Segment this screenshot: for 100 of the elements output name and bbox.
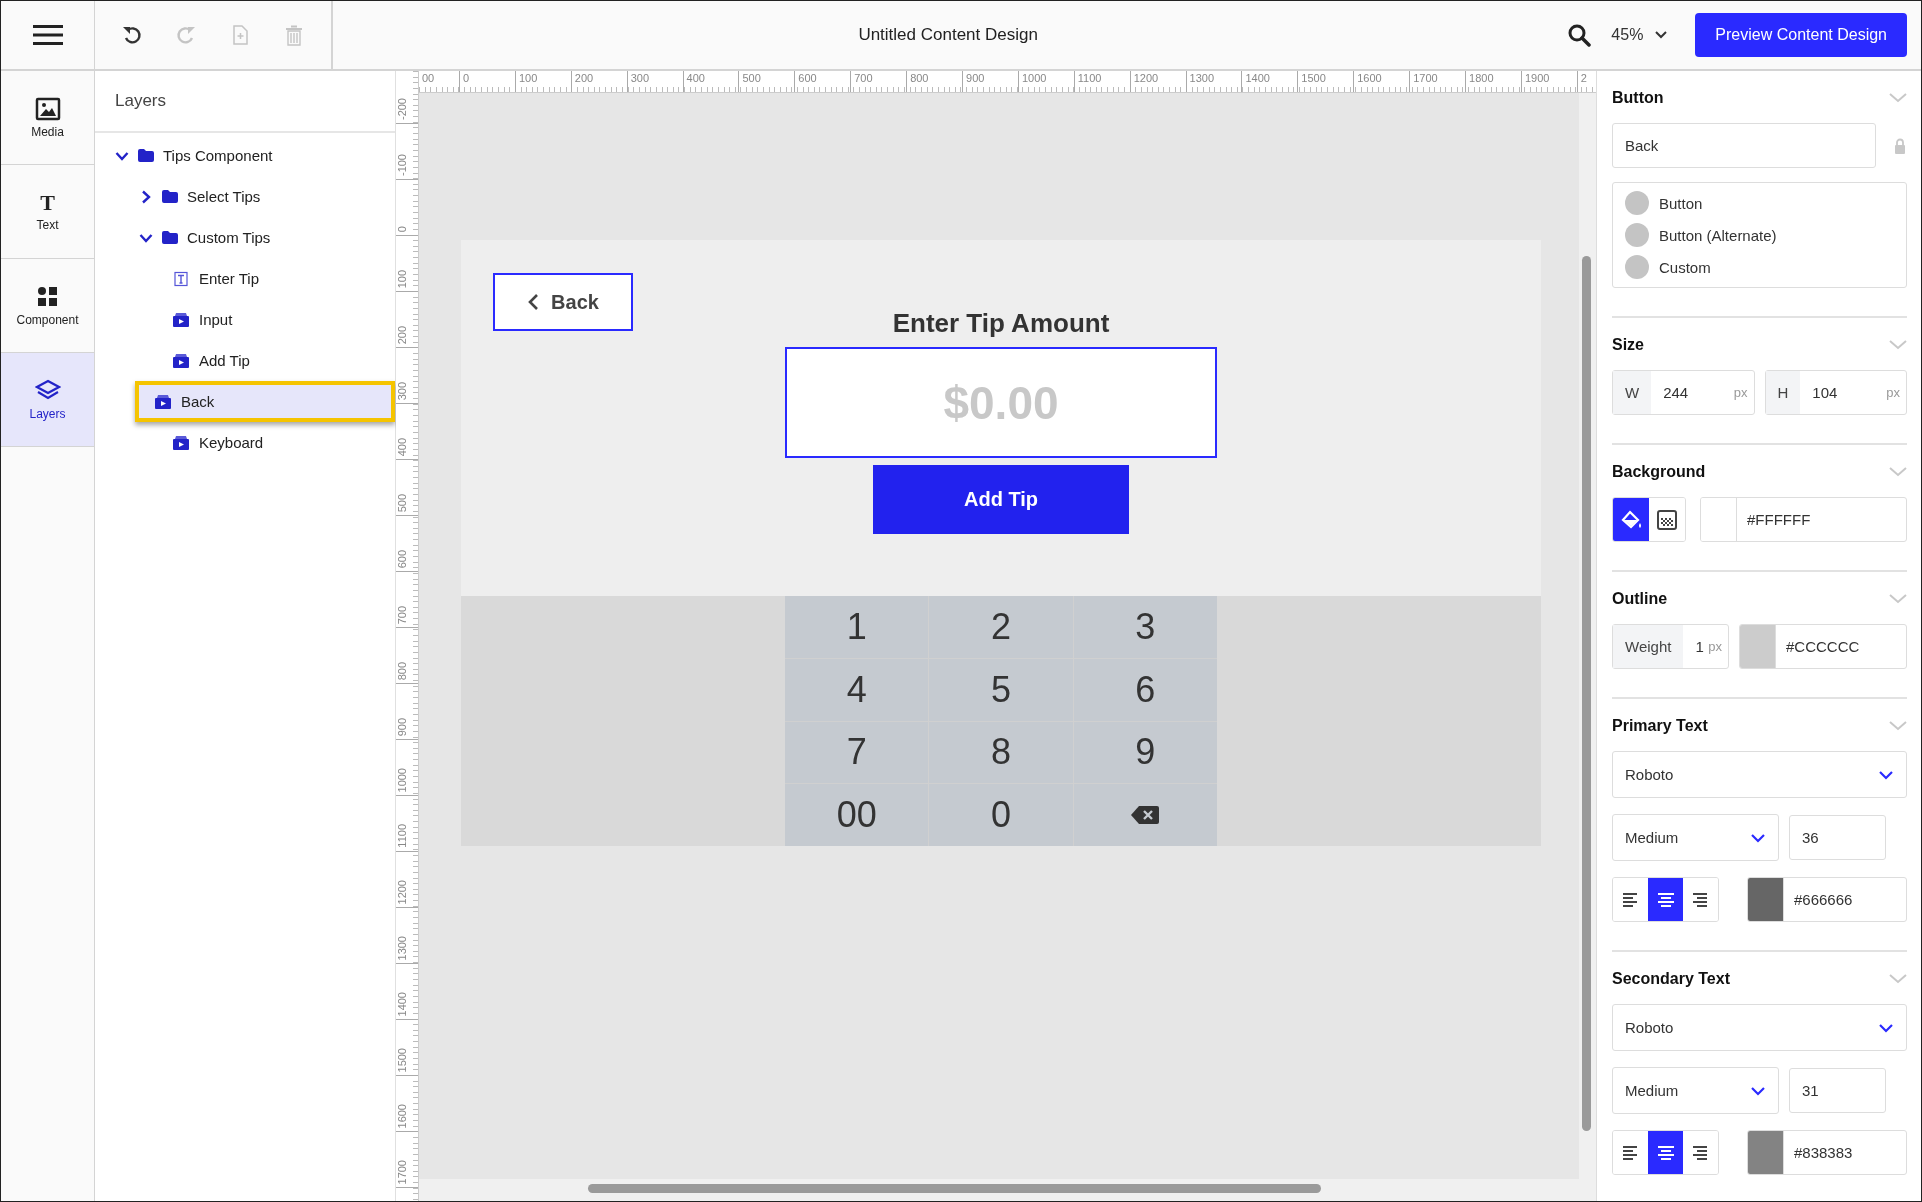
chevron-left-icon [527, 293, 540, 311]
radio-button[interactable] [1625, 191, 1649, 215]
height-field[interactable]: H 104 px [1764, 370, 1907, 415]
align-left-icon [1621, 1144, 1640, 1161]
back-button[interactable]: Back [493, 273, 633, 331]
component-layer-icon [155, 394, 171, 409]
scrollbar[interactable] [419, 1179, 1596, 1201]
section-title: Primary Text [1612, 717, 1708, 735]
zoom-dropdown[interactable]: 45% [1605, 22, 1672, 48]
ruler-label: 400 [682, 71, 739, 92]
name-field[interactable]: Back [1612, 123, 1876, 168]
chevron-down-icon [1889, 974, 1907, 984]
ruler-label: 1700 [1409, 71, 1466, 92]
component-layer-icon [173, 312, 189, 327]
weight-dropdown[interactable]: Medium [1612, 1067, 1779, 1114]
folder-icon [162, 231, 178, 244]
keypad-key[interactable]: 4 [785, 658, 929, 721]
image-icon [34, 96, 61, 121]
radio-button[interactable] [1625, 255, 1649, 279]
collapse-button[interactable] [1889, 974, 1907, 984]
keypad-key[interactable]: 8 [929, 721, 1073, 784]
layer-item[interactable]: Input [143, 299, 395, 340]
keypad-key[interactable]: 7 [785, 721, 929, 784]
weight-dropdown[interactable]: Medium [1612, 814, 1779, 861]
font-dropdown[interactable]: Roboto [1612, 751, 1907, 798]
scrollbar-thumb[interactable] [1582, 256, 1591, 1131]
chevron-down-icon [1655, 31, 1668, 39]
folder-icon [138, 149, 154, 162]
collapse-button[interactable] [1889, 594, 1907, 604]
chevron-down-icon [1878, 1022, 1894, 1033]
ruler-label: 200 [570, 71, 627, 92]
keypad-key[interactable]: 2 [929, 596, 1073, 658]
ruler-label: 300 [396, 381, 409, 400]
keypad-key[interactable]: 1 [785, 596, 929, 658]
keypad-key[interactable]: 0 [929, 784, 1073, 846]
component-layer-icon [173, 435, 189, 450]
chevron-down-icon [1889, 340, 1907, 350]
backspace-icon [1131, 806, 1160, 825]
ruler-label: 100 [514, 71, 571, 92]
sidebar-tab[interactable]: Layers [1, 353, 94, 447]
chevron-right-icon[interactable] [139, 189, 153, 204]
ruler-label: 0 [396, 225, 409, 232]
search-icon [1567, 23, 1592, 47]
align-right-icon [1691, 891, 1710, 908]
align-right-icon [1691, 1144, 1710, 1161]
ruler-label: 1600 [396, 1103, 409, 1128]
section-title: Button [1612, 89, 1664, 107]
ruler-label: 1500 [396, 1047, 409, 1072]
layer-item[interactable]: Custom Tips [119, 217, 395, 258]
ruler-label: 1200 [396, 879, 409, 904]
ruler-label: 1400 [396, 991, 409, 1016]
keypad-key[interactable]: 5 [929, 658, 1073, 721]
color-field[interactable]: #CCCCCC [1739, 624, 1907, 669]
align-center-button[interactable] [1648, 878, 1683, 921]
layer-item[interactable]: Back [135, 381, 395, 422]
section-title: Size [1612, 336, 1644, 354]
align-center-button[interactable] [1648, 1131, 1683, 1174]
ruler-label: 1300 [396, 935, 409, 960]
scrollbar-thumb[interactable] [588, 1184, 1321, 1193]
ruler-label: 1200 [1129, 71, 1186, 92]
layer-item[interactable]: Keyboard [143, 422, 395, 463]
keypad-key[interactable]: 6 [1073, 658, 1217, 721]
chevron-down-icon [1889, 594, 1907, 604]
color-field[interactable]: #666666 [1747, 877, 1907, 922]
chevron-down-icon [1878, 769, 1894, 780]
collapse-button[interactable] [1889, 721, 1907, 731]
section-title: Secondary Text [1612, 970, 1730, 988]
radio-button[interactable] [1625, 223, 1649, 247]
add-tip-button[interactable]: Add Tip [873, 465, 1129, 534]
backspace-key[interactable] [1073, 784, 1217, 846]
ruler-label: 600 [396, 549, 409, 568]
layer-item[interactable]: Select Tips [119, 176, 395, 217]
preview-button[interactable]: Preview Content Design [1695, 13, 1907, 57]
width-field[interactable]: W 244 px [1612, 370, 1755, 415]
keypad-key[interactable]: 00 [785, 784, 929, 846]
layer-item[interactable]: Enter Tip [143, 258, 395, 299]
collapse-button[interactable] [1889, 467, 1907, 477]
scrollbar[interactable] [1579, 93, 1596, 1179]
ruler-label: 1600 [1353, 71, 1410, 92]
redo-icon [175, 24, 197, 46]
pattern-icon [1656, 509, 1678, 530]
font-size-field[interactable]: 36 [1789, 815, 1886, 860]
color-field[interactable]: #FFFFFF [1700, 497, 1907, 542]
lock-icon[interactable] [1894, 137, 1906, 154]
keypad-key[interactable]: 3 [1073, 596, 1217, 658]
layer-item[interactable]: Tips Component [95, 135, 395, 176]
paint-bucket-button[interactable] [1613, 498, 1649, 541]
collapse-button[interactable] [1889, 340, 1907, 350]
ruler-label: 1400 [1241, 71, 1298, 92]
layer-item[interactable]: Add Tip [143, 340, 395, 381]
keypad-key[interactable]: 9 [1073, 721, 1217, 784]
ruler-label: 200 [396, 325, 409, 344]
ruler-label: 900 [396, 717, 409, 736]
collapse-button[interactable] [1889, 93, 1907, 103]
weight-field[interactable]: Weight 1 px [1612, 624, 1729, 669]
color-field[interactable]: #838383 [1747, 1130, 1907, 1175]
font-dropdown[interactable]: Roboto [1612, 1004, 1907, 1051]
ruler-label: -200 [396, 97, 409, 120]
ruler-label: 1800 [1465, 71, 1521, 92]
font-size-field[interactable]: 31 [1789, 1068, 1886, 1113]
